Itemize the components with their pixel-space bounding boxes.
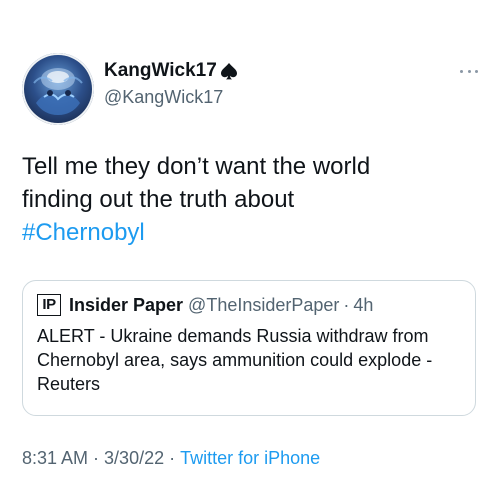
quoted-author-name[interactable]: Insider Paper <box>69 294 183 316</box>
hashtag-link[interactable]: #Chernobyl <box>22 219 145 246</box>
tweet-meta: 8:31 AM · 3/30/22 · Twitter for iPhone <box>22 447 320 469</box>
tweet-source-link[interactable]: Twitter for iPhone <box>180 448 320 468</box>
author-name-row[interactable]: KangWick17 <box>104 60 239 82</box>
tweet-text-line: Tell me they don’t want the world <box>22 153 371 180</box>
more-options-icon[interactable] <box>460 68 478 74</box>
quoted-tweet-time[interactable]: 4h <box>353 294 373 316</box>
author-block: KangWick17 @KangWick17 <box>104 60 239 108</box>
separator-dot: · <box>343 295 350 315</box>
tweet-text: Tell me they don’t want the world findin… <box>22 150 478 249</box>
quoted-tweet-text: ALERT - Ukraine demands Russia withdraw … <box>37 326 433 394</box>
quoted-author-avatar[interactable]: IP <box>37 294 61 316</box>
quoted-author-handle[interactable]: @TheInsiderPaper <box>188 294 339 316</box>
avatar-image <box>33 68 83 115</box>
spade-icon <box>219 61 239 81</box>
quoted-tweet[interactable]: IP Insider Paper @TheInsiderPaper · 4h A… <box>22 280 476 416</box>
author-handle[interactable]: @KangWick17 <box>104 86 239 108</box>
separator-dot: · <box>169 448 176 468</box>
tweet-text-line: finding out the truth about <box>22 186 295 213</box>
tweet-date[interactable]: 3/30/22 <box>104 448 164 468</box>
tweet: KangWick17 @KangWick17 Tell me they don’… <box>0 0 500 495</box>
avatar[interactable] <box>22 53 94 125</box>
tweet-time[interactable]: 8:31 AM <box>22 448 88 468</box>
quoted-tweet-header: IP Insider Paper @TheInsiderPaper · 4h <box>37 294 373 316</box>
author-display-name[interactable]: KangWick17 <box>104 60 217 82</box>
separator-dot: · <box>93 448 100 468</box>
